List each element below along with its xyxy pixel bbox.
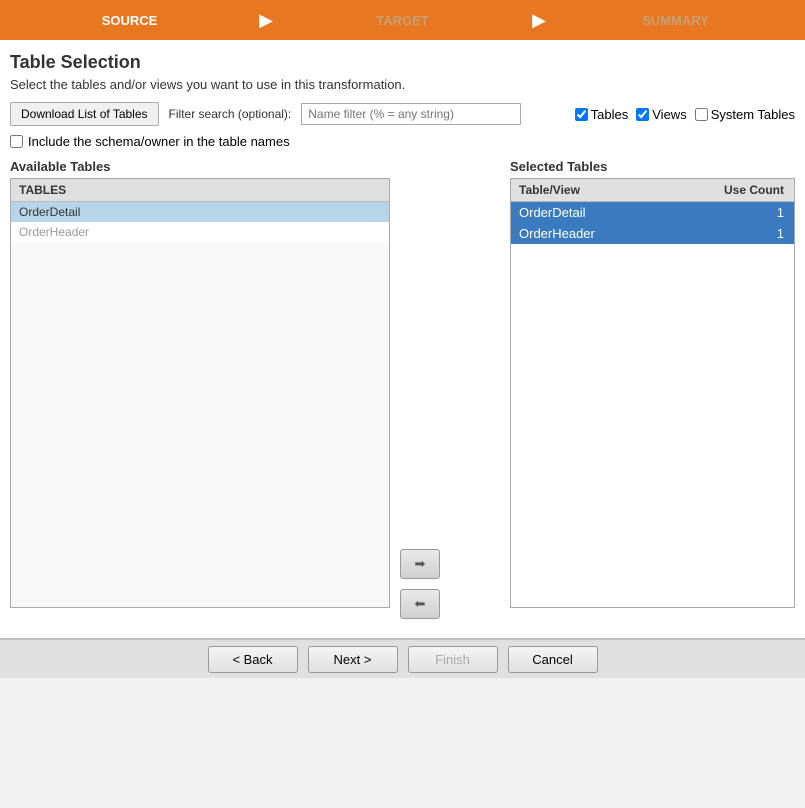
selected-row-name: OrderDetail bbox=[519, 205, 706, 220]
available-tables-section: Available Tables TABLES OrderDetail Orde… bbox=[10, 159, 390, 608]
table-row[interactable]: OrderHeader bbox=[11, 222, 389, 242]
step-source: SOURCE bbox=[0, 0, 259, 40]
step-summary-label: SUMMARY bbox=[642, 13, 709, 28]
transfer-arrows: ➡ ⬅ bbox=[390, 359, 450, 808]
available-column-header: TABLES bbox=[11, 179, 389, 202]
next-button[interactable]: Next > bbox=[308, 646, 398, 673]
selected-row[interactable]: OrderDetail 1 bbox=[511, 202, 794, 223]
selected-col-count: Use Count bbox=[714, 179, 794, 201]
cancel-button[interactable]: Cancel bbox=[508, 646, 598, 673]
page-subtitle: Select the tables and/or views you want … bbox=[10, 77, 795, 92]
selected-row[interactable]: OrderHeader 1 bbox=[511, 223, 794, 244]
tables-area: Available Tables TABLES OrderDetail Orde… bbox=[10, 159, 795, 608]
available-table-list: TABLES OrderDetail OrderHeader bbox=[10, 178, 390, 608]
schema-row: Include the schema/owner in the table na… bbox=[10, 134, 795, 149]
selected-title: Selected Tables bbox=[510, 159, 795, 174]
selected-row-count: 1 bbox=[706, 226, 786, 241]
system-tables-checkbox-label[interactable]: System Tables bbox=[695, 107, 795, 122]
schema-checkbox-label[interactable]: Include the schema/owner in the table na… bbox=[10, 134, 795, 149]
tables-checkbox-text: Tables bbox=[591, 107, 629, 122]
views-checkbox[interactable] bbox=[636, 108, 649, 121]
selected-row-count: 1 bbox=[706, 205, 786, 220]
remove-from-selected-button[interactable]: ⬅ bbox=[400, 589, 440, 619]
selected-table-header: Table/View Use Count bbox=[511, 179, 794, 202]
add-to-selected-button[interactable]: ➡ bbox=[400, 549, 440, 579]
step-target-label: TARGET bbox=[376, 13, 428, 28]
views-checkbox-text: Views bbox=[652, 107, 686, 122]
step-summary: SUMMARY bbox=[546, 0, 805, 40]
schema-checkbox-text: Include the schema/owner in the table na… bbox=[28, 134, 290, 149]
available-title: Available Tables bbox=[10, 159, 390, 174]
schema-checkbox[interactable] bbox=[10, 135, 23, 148]
filter-input[interactable] bbox=[301, 103, 521, 125]
table-row[interactable]: OrderDetail bbox=[11, 202, 389, 222]
toolbar: Download List of Tables Filter search (o… bbox=[10, 102, 795, 126]
right-arrow-icon: ➡ bbox=[415, 556, 426, 572]
selected-table-list: Table/View Use Count OrderDetail 1 Order… bbox=[510, 178, 795, 608]
filter-label: Filter search (optional): bbox=[169, 107, 292, 121]
step-source-label: SOURCE bbox=[102, 13, 158, 28]
tables-checkbox[interactable] bbox=[575, 108, 588, 121]
page-title: Table Selection bbox=[10, 52, 795, 73]
selected-col-name: Table/View bbox=[511, 179, 714, 201]
download-tables-button[interactable]: Download List of Tables bbox=[10, 102, 159, 126]
selected-row-name: OrderHeader bbox=[519, 226, 706, 241]
tables-checkbox-label[interactable]: Tables bbox=[575, 107, 629, 122]
views-checkbox-label[interactable]: Views bbox=[636, 107, 686, 122]
selected-tables-section: Selected Tables Table/View Use Count Ord… bbox=[510, 159, 795, 608]
arrow-2: ▶ bbox=[532, 0, 546, 40]
filter-checkboxes: Tables Views System Tables bbox=[575, 107, 795, 122]
wizard-header: SOURCE ▶ TARGET ▶ SUMMARY bbox=[0, 0, 805, 40]
main-content: Table Selection Select the tables and/or… bbox=[0, 40, 805, 638]
step-target: TARGET bbox=[273, 0, 532, 40]
arrow-1: ▶ bbox=[259, 0, 273, 40]
system-tables-checkbox-text: System Tables bbox=[711, 107, 795, 122]
back-button[interactable]: < Back bbox=[208, 646, 298, 673]
system-tables-checkbox[interactable] bbox=[695, 108, 708, 121]
left-arrow-icon: ⬅ bbox=[415, 596, 426, 612]
